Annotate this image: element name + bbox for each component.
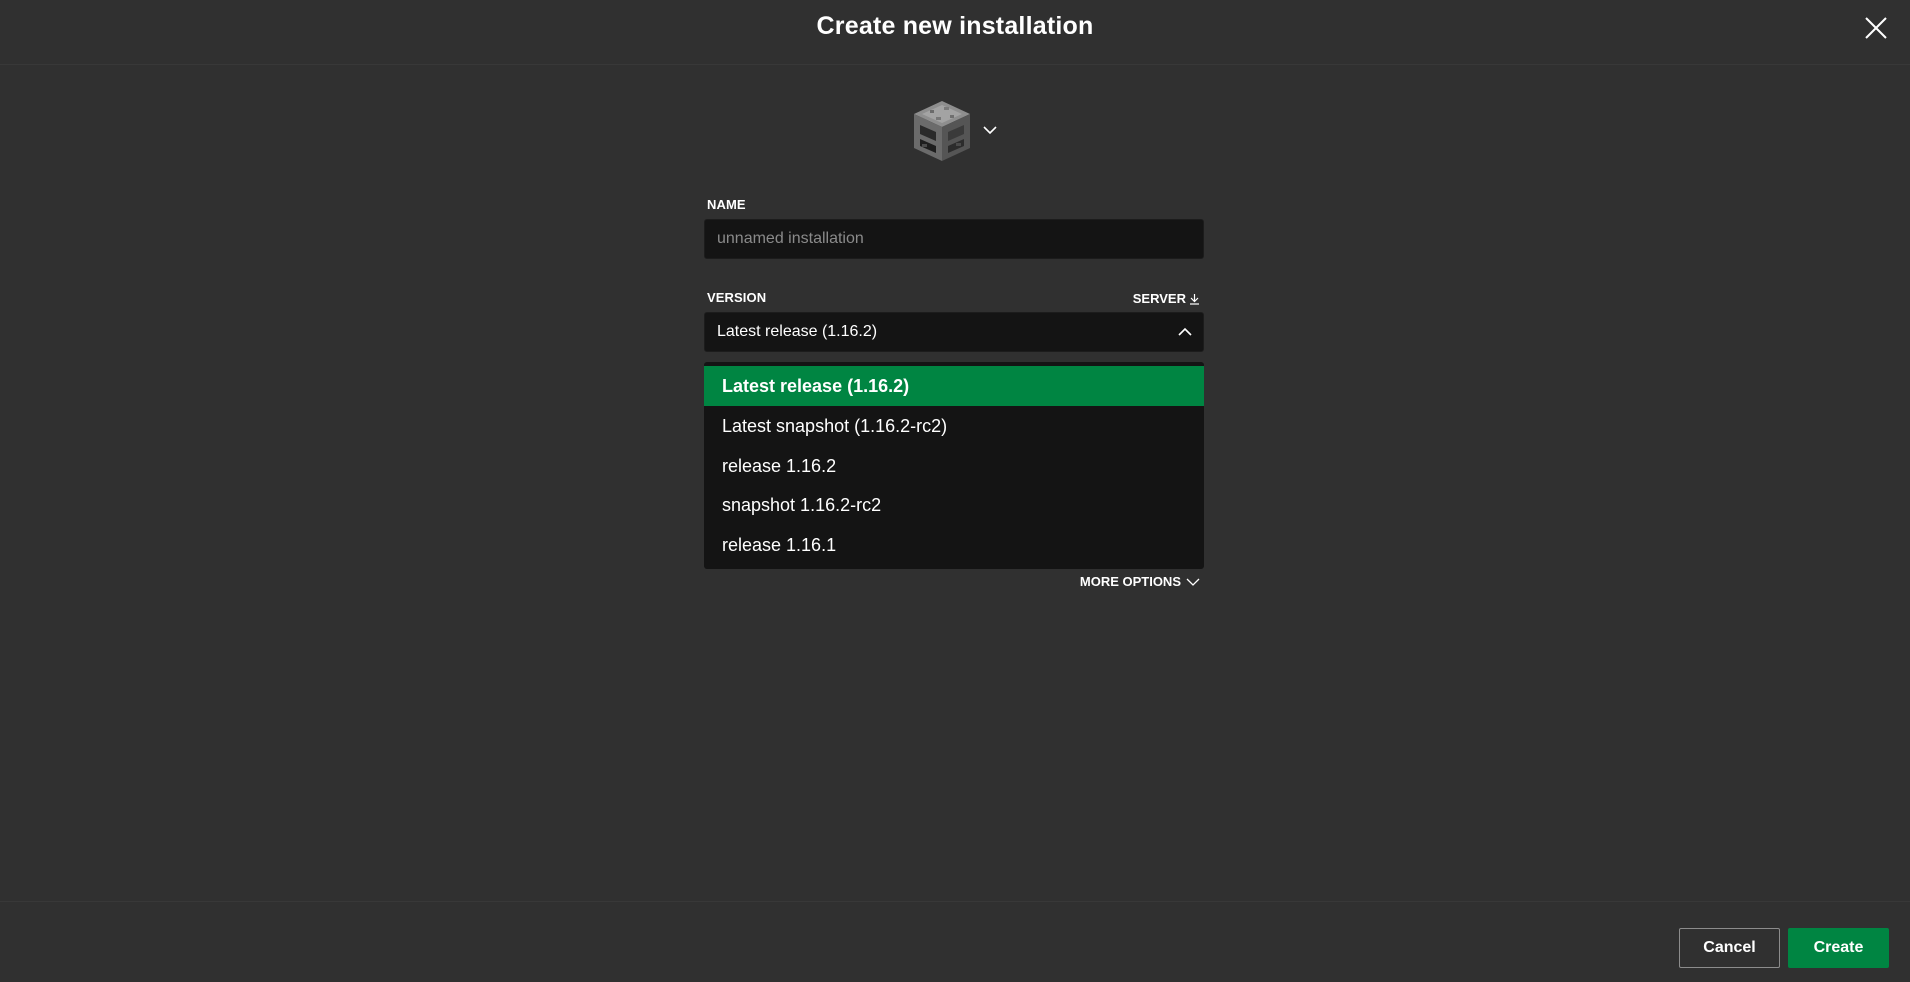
chevron-down-icon: [983, 126, 997, 135]
server-label: SERVER: [1132, 291, 1186, 306]
version-option[interactable]: Latest release (1.16.2): [704, 366, 1204, 406]
installation-icon-selector[interactable]: [912, 99, 1004, 165]
server-download-link[interactable]: SERVER: [1133, 291, 1200, 306]
chevron-down-icon: [1186, 578, 1200, 586]
version-option[interactable]: Latest snapshot (1.16.2-rc2): [704, 406, 1204, 446]
version-option[interactable]: snapshot 1.16.2-rc2: [704, 485, 1204, 525]
name-label: NAME: [707, 197, 746, 212]
dialog-header: Create new installation: [0, 0, 1910, 65]
name-input[interactable]: [704, 219, 1204, 259]
version-dropdown: Latest release (1.16.2) Latest snapshot …: [704, 362, 1204, 569]
more-options-toggle[interactable]: MORE OPTIONS: [1080, 574, 1200, 589]
chevron-up-icon: [1178, 327, 1192, 336]
create-installation-dialog: Create new installation NAME unnamed ins…: [0, 0, 1910, 982]
version-select[interactable]: Latest release (1.16.2): [704, 312, 1204, 352]
dialog-title: Create new installation: [816, 12, 1094, 40]
version-selected-value: Latest release (1.16.2): [717, 323, 878, 340]
more-options-label: MORE OPTIONS: [1079, 574, 1181, 589]
cancel-button[interactable]: Cancel: [1679, 928, 1780, 968]
close-button[interactable]: [1862, 14, 1890, 42]
close-icon: [1865, 17, 1887, 39]
version-label: VERSION: [707, 290, 767, 305]
version-option[interactable]: release 1.16.2: [704, 446, 1204, 486]
dialog-footer: Cancel Create: [0, 901, 1910, 982]
furnace-block-icon: [914, 101, 970, 161]
download-icon: [1190, 293, 1199, 305]
version-option[interactable]: release 1.16.1: [704, 525, 1204, 565]
create-button[interactable]: Create: [1788, 928, 1889, 968]
